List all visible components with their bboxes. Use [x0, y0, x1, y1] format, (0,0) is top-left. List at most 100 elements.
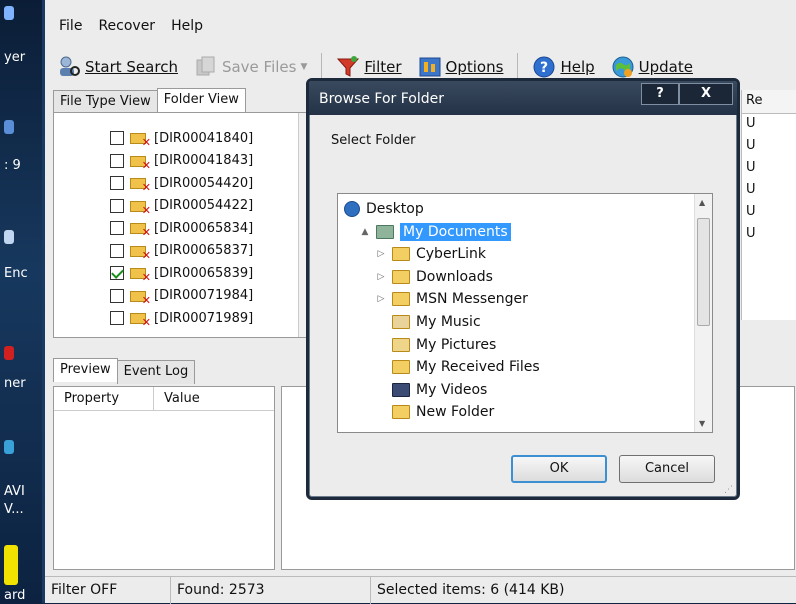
update-globe-icon: [612, 56, 634, 78]
desktop-app-icon[interactable]: [4, 120, 14, 134]
row-checkbox[interactable]: [110, 311, 124, 325]
menu-file[interactable]: File: [51, 14, 90, 40]
property-column-header[interactable]: Property: [54, 387, 154, 410]
results-cell[interactable]: U: [742, 180, 796, 202]
folder-row[interactable]: New Folder: [376, 401, 494, 423]
status-found: Found: 2573: [171, 576, 371, 604]
help-label: Help: [560, 58, 595, 76]
scroll-up-icon[interactable]: ▲: [699, 198, 705, 207]
scroll-thumb[interactable]: [697, 218, 710, 326]
desktop-app-icon[interactable]: [4, 440, 14, 454]
folder-icon: [392, 405, 410, 420]
tab-preview[interactable]: Preview: [53, 358, 118, 382]
properties-panel: Property Value: [53, 386, 275, 570]
update-button[interactable]: Update: [605, 53, 699, 81]
row-checkbox[interactable]: [110, 176, 124, 190]
ok-button[interactable]: OK: [511, 455, 607, 483]
row-checkbox[interactable]: [110, 131, 124, 145]
pictures-folder-icon: [392, 337, 410, 352]
deleted-folder-icon: ✕: [130, 176, 151, 193]
results-cell[interactable]: U: [742, 202, 796, 224]
row-checkbox[interactable]: [110, 221, 124, 235]
expand-toggle-icon[interactable]: ▲: [360, 227, 370, 237]
expand-toggle-icon[interactable]: ▷: [376, 294, 386, 304]
row-checkbox[interactable]: [110, 266, 124, 280]
tree-row[interactable]: ✕ [DIR00071984]: [110, 285, 253, 307]
results-cell[interactable]: U: [742, 158, 796, 180]
tree-row[interactable]: ✕ [DIR00041843]: [110, 150, 253, 172]
expand-toggle-icon[interactable]: ▷: [376, 272, 386, 282]
desktop-label: ard: [4, 588, 26, 603]
folder-icon: [392, 247, 410, 262]
folder-row[interactable]: ▷ CyberLink: [376, 243, 486, 265]
folder-name: MSN Messenger: [416, 291, 528, 308]
tree-row[interactable]: ✕ [DIR00071989]: [110, 307, 253, 329]
folder-name: My Videos: [416, 381, 488, 398]
desktop-app-icon[interactable]: [4, 346, 14, 360]
tree-row[interactable]: ✕ [DIR00041840]: [110, 127, 253, 149]
filter-button[interactable]: Filter: [330, 53, 407, 81]
desktop-label: yer: [4, 50, 26, 65]
help-button[interactable]: ? Help: [526, 53, 600, 81]
desktop-background: yer : 9 Enc ner AVI V... ard: [0, 0, 42, 603]
desktop-app-icon[interactable]: [4, 545, 18, 585]
tree-row[interactable]: ✕ [DIR00065834]: [110, 217, 253, 239]
tree-row-label: [DIR00071989]: [154, 310, 254, 326]
save-files-button[interactable]: Save Files ▼: [188, 53, 313, 81]
value-column-header[interactable]: Value: [154, 387, 210, 410]
start-search-button[interactable]: Start Search: [51, 53, 184, 81]
folder-tree-scrollbar[interactable]: ▲ ▼: [694, 194, 712, 432]
status-filter: Filter OFF: [45, 576, 171, 604]
deleted-folder-icon: ✕: [130, 311, 151, 328]
tab-event-log[interactable]: Event Log: [116, 360, 196, 384]
tab-folder-view[interactable]: Folder View: [156, 88, 246, 112]
dialog-help-button[interactable]: ?: [641, 83, 679, 105]
scroll-down-icon[interactable]: ▼: [699, 419, 705, 428]
row-checkbox[interactable]: [110, 288, 124, 303]
options-button[interactable]: Options: [412, 53, 510, 81]
folder-row[interactable]: ▲ My Documents: [360, 221, 511, 243]
resize-grip-icon[interactable]: ⋰: [724, 485, 733, 495]
my-documents-icon: [376, 224, 394, 239]
dialog-title: Browse For Folder: [319, 91, 445, 107]
status-selected: Selected items: 6 (414 KB): [377, 581, 565, 598]
options-icon: [419, 57, 441, 77]
tab-file-type-view[interactable]: File Type View: [53, 90, 158, 114]
folder-row[interactable]: My Music: [376, 311, 481, 333]
menu-help[interactable]: Help: [163, 14, 211, 40]
folder-row[interactable]: Desktop: [344, 198, 424, 220]
results-cell[interactable]: U: [742, 114, 796, 136]
folder-row[interactable]: My Videos: [376, 379, 487, 401]
deleted-folder-icon: ✕: [130, 289, 151, 306]
tree-row-label: [DIR00054420]: [154, 175, 254, 191]
tree-row-label: [DIR00054422]: [154, 198, 254, 213]
results-cell[interactable]: U: [742, 224, 796, 246]
folder-icon: [392, 269, 410, 284]
toolbar-separator: [321, 53, 323, 81]
expand-toggle-icon[interactable]: ▷: [376, 249, 386, 259]
folder-icon: [392, 360, 410, 375]
results-list: Re U U U U U U: [741, 90, 796, 320]
results-cell[interactable]: U: [742, 136, 796, 158]
deleted-folder-icon: ✕: [130, 221, 151, 238]
folder-row[interactable]: My Received Files: [376, 356, 540, 378]
tree-row[interactable]: ✕ [DIR00065839]: [110, 262, 253, 284]
menu-recover[interactable]: Recover: [90, 14, 163, 40]
row-checkbox[interactable]: [110, 243, 124, 258]
tree-row[interactable]: ✕ [DIR00065837]: [110, 240, 253, 262]
tree-row[interactable]: ✕ [DIR00054422]: [110, 195, 253, 217]
results-column-header[interactable]: Re: [742, 90, 796, 114]
row-checkbox[interactable]: [110, 198, 124, 213]
tree-row-label: [DIR00071984]: [154, 288, 254, 303]
desktop-app-icon[interactable]: [4, 230, 14, 244]
row-checkbox[interactable]: [110, 153, 124, 168]
folder-row[interactable]: ▷ Downloads: [376, 266, 493, 288]
folder-row[interactable]: ▷ MSN Messenger: [376, 288, 528, 310]
dialog-close-button[interactable]: X: [679, 83, 733, 105]
tree-row[interactable]: ✕ [DIR00054420]: [110, 172, 253, 194]
folder-row[interactable]: My Pictures: [376, 334, 496, 356]
cancel-button[interactable]: Cancel: [619, 455, 715, 483]
folder-icon: [392, 292, 410, 307]
dropdown-arrow-icon[interactable]: ▼: [300, 62, 307, 72]
desktop-app-icon[interactable]: [4, 6, 14, 20]
